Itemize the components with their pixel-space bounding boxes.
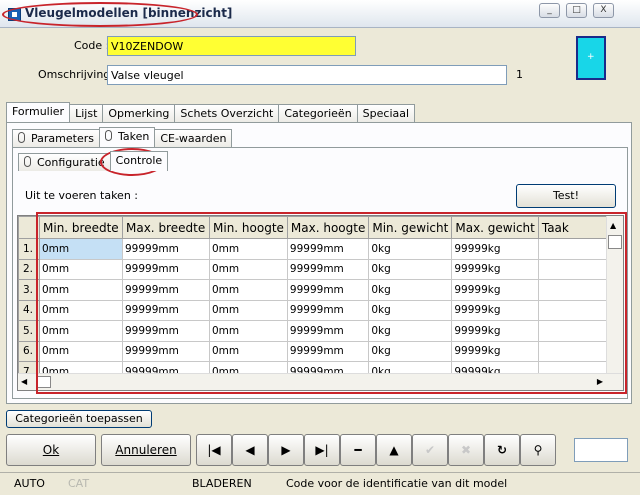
delete-record-icon[interactable]: ━ xyxy=(340,434,376,466)
code-field[interactable]: V10ZENDOW xyxy=(107,36,356,56)
tab-formulier[interactable]: Formulier xyxy=(6,102,71,122)
search-binoculars-icon[interactable]: ⚲ xyxy=(520,434,556,466)
plus-icon: + xyxy=(587,52,595,62)
grid-highlight-rectangle xyxy=(36,212,627,394)
paperclip-icon xyxy=(24,156,31,167)
record-number-field[interactable] xyxy=(574,438,628,462)
status-cat: CAT xyxy=(68,477,90,490)
last-record-icon[interactable]: ▶| xyxy=(304,434,340,466)
next-record-icon[interactable]: ▶ xyxy=(268,434,304,466)
title-highlight-ellipse xyxy=(2,2,198,27)
tab-opmerking[interactable]: Opmerking xyxy=(102,104,176,122)
subsub-tabs: Configuratie Controle xyxy=(18,151,169,171)
ok-button[interactable]: Ok xyxy=(6,434,96,466)
sash-preview-image: + xyxy=(576,36,606,80)
cancel-x-icon: ✖ xyxy=(448,434,484,466)
tab-ce-waarden[interactable]: CE-waarden xyxy=(154,129,233,147)
categories-apply-button[interactable]: Categorieën toepassen xyxy=(6,410,152,428)
description-count: 1 xyxy=(516,68,523,81)
tasks-label: Uit te voeren taken : xyxy=(25,189,138,202)
tab-controle[interactable]: Controle xyxy=(109,151,169,171)
tab-configuratie[interactable]: Configuratie xyxy=(18,153,111,171)
post-check-icon: ✔ xyxy=(412,434,448,466)
tab-taken[interactable]: Taken xyxy=(98,127,156,147)
maximize-button[interactable]: □ xyxy=(566,3,587,18)
cancel-button[interactable]: Annuleren xyxy=(101,434,191,466)
status-auto: AUTO xyxy=(14,477,45,490)
main-tabs: Formulier Lijst Opmerking Schets Overzic… xyxy=(6,102,416,122)
close-button[interactable]: X xyxy=(593,3,614,18)
test-button[interactable]: Test! xyxy=(516,184,616,208)
tab-parameters[interactable]: Parameters xyxy=(12,129,100,147)
refresh-icon[interactable]: ↻ xyxy=(484,434,520,466)
first-record-icon[interactable]: |◀ xyxy=(196,434,232,466)
tab-lijst[interactable]: Lijst xyxy=(69,104,104,122)
status-hint: Code voor de identificatie van dit model xyxy=(286,477,508,490)
title-bar: Vleugelmodellen [binnenzicht] _ □ X xyxy=(0,0,640,28)
code-label: Code : xyxy=(74,39,110,52)
minimize-button[interactable]: _ xyxy=(539,3,560,18)
scroll-left-icon[interactable]: ◀ xyxy=(21,377,27,386)
tab-categorieen[interactable]: Categorieën xyxy=(278,104,358,122)
insert-record-icon[interactable]: ▲ xyxy=(376,434,412,466)
status-browse: BLADEREN xyxy=(192,477,252,490)
paperclip-icon xyxy=(18,132,25,143)
status-bar: AUTO CAT BLADEREN Code voor de identific… xyxy=(0,472,640,495)
tab-schets-overzicht[interactable]: Schets Overzicht xyxy=(174,104,280,122)
description-field[interactable]: Valse vleugel xyxy=(107,65,507,85)
paperclip-icon xyxy=(104,130,112,141)
description-label: Omschrijving : xyxy=(38,68,118,81)
previous-record-icon[interactable]: ◀ xyxy=(232,434,268,466)
tab-speciaal[interactable]: Speciaal xyxy=(356,104,416,122)
sub-tabs: Parameters Taken CE-waarden xyxy=(12,127,233,147)
